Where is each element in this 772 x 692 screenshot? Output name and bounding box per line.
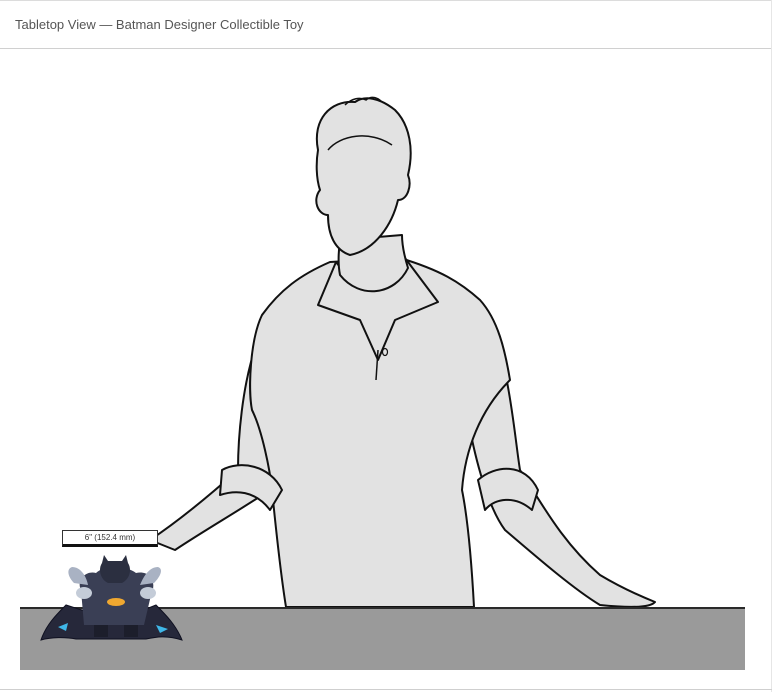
tabletop-stage: 6" (152.4 mm) xyxy=(0,50,771,688)
view-header: Tabletop View — Batman Designer Collecti… xyxy=(0,1,771,49)
dimension-label: 6" (152.4 mm) xyxy=(62,530,158,547)
bottom-divider xyxy=(0,689,772,690)
page-title: Tabletop View — Batman Designer Collecti… xyxy=(15,17,304,32)
batman-figure-icon[interactable] xyxy=(36,555,186,645)
